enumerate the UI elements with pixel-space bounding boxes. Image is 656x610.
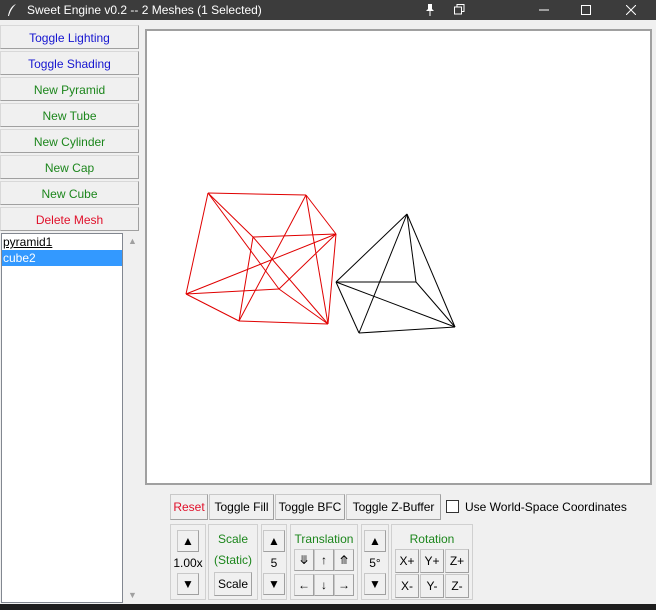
translate-up-button[interactable]: ↑ <box>314 549 334 571</box>
title-bar: Sweet Engine v0.2 -- 2 Meshes (1 Selecte… <box>0 0 656 20</box>
toggle-lighting-button[interactable]: Toggle Lighting <box>0 25 139 49</box>
rotate-y-plus-button[interactable]: Y+ <box>420 549 444 573</box>
angle-value-label: 5° <box>369 556 381 570</box>
new-pyramid-button[interactable]: New Pyramid <box>0 77 139 101</box>
scale-down-button[interactable]: ▼ <box>177 573 199 595</box>
reset-button[interactable]: Reset <box>170 494 208 520</box>
translate-z-in-button[interactable]: ⤋ <box>294 549 314 571</box>
world-space-checkbox-row[interactable]: Use World-Space Coordinates <box>446 494 627 520</box>
pyramid1-wireframe <box>335 213 456 334</box>
step-up-button[interactable]: ▲ <box>263 530 285 552</box>
mesh-list-scrollbar[interactable]: ▲ ▼ <box>124 233 141 603</box>
scale-group: Scale (Static) Scale <box>208 524 258 600</box>
viewport-scene <box>185 192 456 334</box>
feather-app-icon <box>8 4 16 16</box>
toggle-zbuffer-button[interactable]: Toggle Z-Buffer <box>346 494 441 520</box>
scale-label: Scale <box>217 532 249 546</box>
render-viewport[interactable] <box>145 29 652 485</box>
mesh-listbox[interactable]: pyramid1 cube2 <box>1 233 123 603</box>
step-value-label: 5 <box>270 556 278 570</box>
scale-value-group: ▲ 1.00x ▼ <box>170 524 206 600</box>
rotate-z-plus-button[interactable]: Z+ <box>445 549 469 573</box>
translation-group: Translation ⤋ ↑ ⤊ ← ↓ → <box>290 524 358 600</box>
rotate-x-minus-button[interactable]: X- <box>395 574 419 598</box>
step-down-button[interactable]: ▼ <box>263 573 285 595</box>
minimize-button[interactable] <box>524 0 564 20</box>
scroll-down-arrow-icon[interactable]: ▼ <box>124 587 141 603</box>
translate-right-button[interactable]: → <box>334 574 354 596</box>
scale-up-button[interactable]: ▲ <box>177 530 199 552</box>
rotate-y-minus-button[interactable]: Y- <box>420 574 444 598</box>
angle-down-button[interactable]: ▼ <box>364 573 386 595</box>
rotation-group: Rotation X+ Y+ Z+ X- Y- Z- <box>391 524 473 600</box>
translate-down-button[interactable]: ↓ <box>314 574 334 596</box>
list-item-pyramid1[interactable]: pyramid1 <box>2 234 122 250</box>
new-cap-button[interactable]: New Cap <box>0 155 139 179</box>
list-item-cube2[interactable]: cube2 <box>2 250 122 266</box>
toggle-fill-button[interactable]: Toggle Fill <box>209 494 274 520</box>
close-button[interactable] <box>608 0 654 20</box>
new-cube-button[interactable]: New Cube <box>0 181 139 205</box>
rotation-label: Rotation <box>409 532 455 546</box>
rotate-z-minus-button[interactable]: Z- <box>445 574 469 598</box>
maximize-button[interactable] <box>566 0 606 20</box>
angle-up-button[interactable]: ▲ <box>364 530 386 552</box>
delete-mesh-button[interactable]: Delete Mesh <box>0 207 139 231</box>
pin-icon[interactable] <box>412 0 448 20</box>
toggle-bfc-button[interactable]: Toggle BFC <box>275 494 345 520</box>
rotate-x-plus-button[interactable]: X+ <box>395 549 419 573</box>
scale-static-label: (Static) <box>213 553 252 567</box>
translate-left-button[interactable]: ← <box>294 574 314 596</box>
angle-value-group: ▲ 5° ▼ <box>361 524 389 600</box>
scale-value-label: 1.00x <box>173 556 203 570</box>
new-tube-button[interactable]: New Tube <box>0 103 139 127</box>
world-space-label: Use World-Space Coordinates <box>465 500 627 514</box>
translation-label: Translation <box>294 532 354 546</box>
new-cylinder-button[interactable]: New Cylinder <box>0 129 139 153</box>
translate-z-out-button[interactable]: ⤊ <box>334 549 354 571</box>
toggle-shading-button[interactable]: Toggle Shading <box>0 51 139 75</box>
scroll-up-arrow-icon[interactable]: ▲ <box>124 233 141 249</box>
scale-button[interactable]: Scale <box>214 572 252 596</box>
world-space-checkbox[interactable] <box>446 500 459 514</box>
step-value-group: ▲ 5 ▼ <box>261 524 287 600</box>
window-title: Sweet Engine v0.2 -- 2 Meshes (1 Selecte… <box>27 3 262 17</box>
restore-icon[interactable] <box>448 0 470 20</box>
cube2-wireframe <box>185 192 337 325</box>
window-bottom-edge <box>0 604 656 610</box>
